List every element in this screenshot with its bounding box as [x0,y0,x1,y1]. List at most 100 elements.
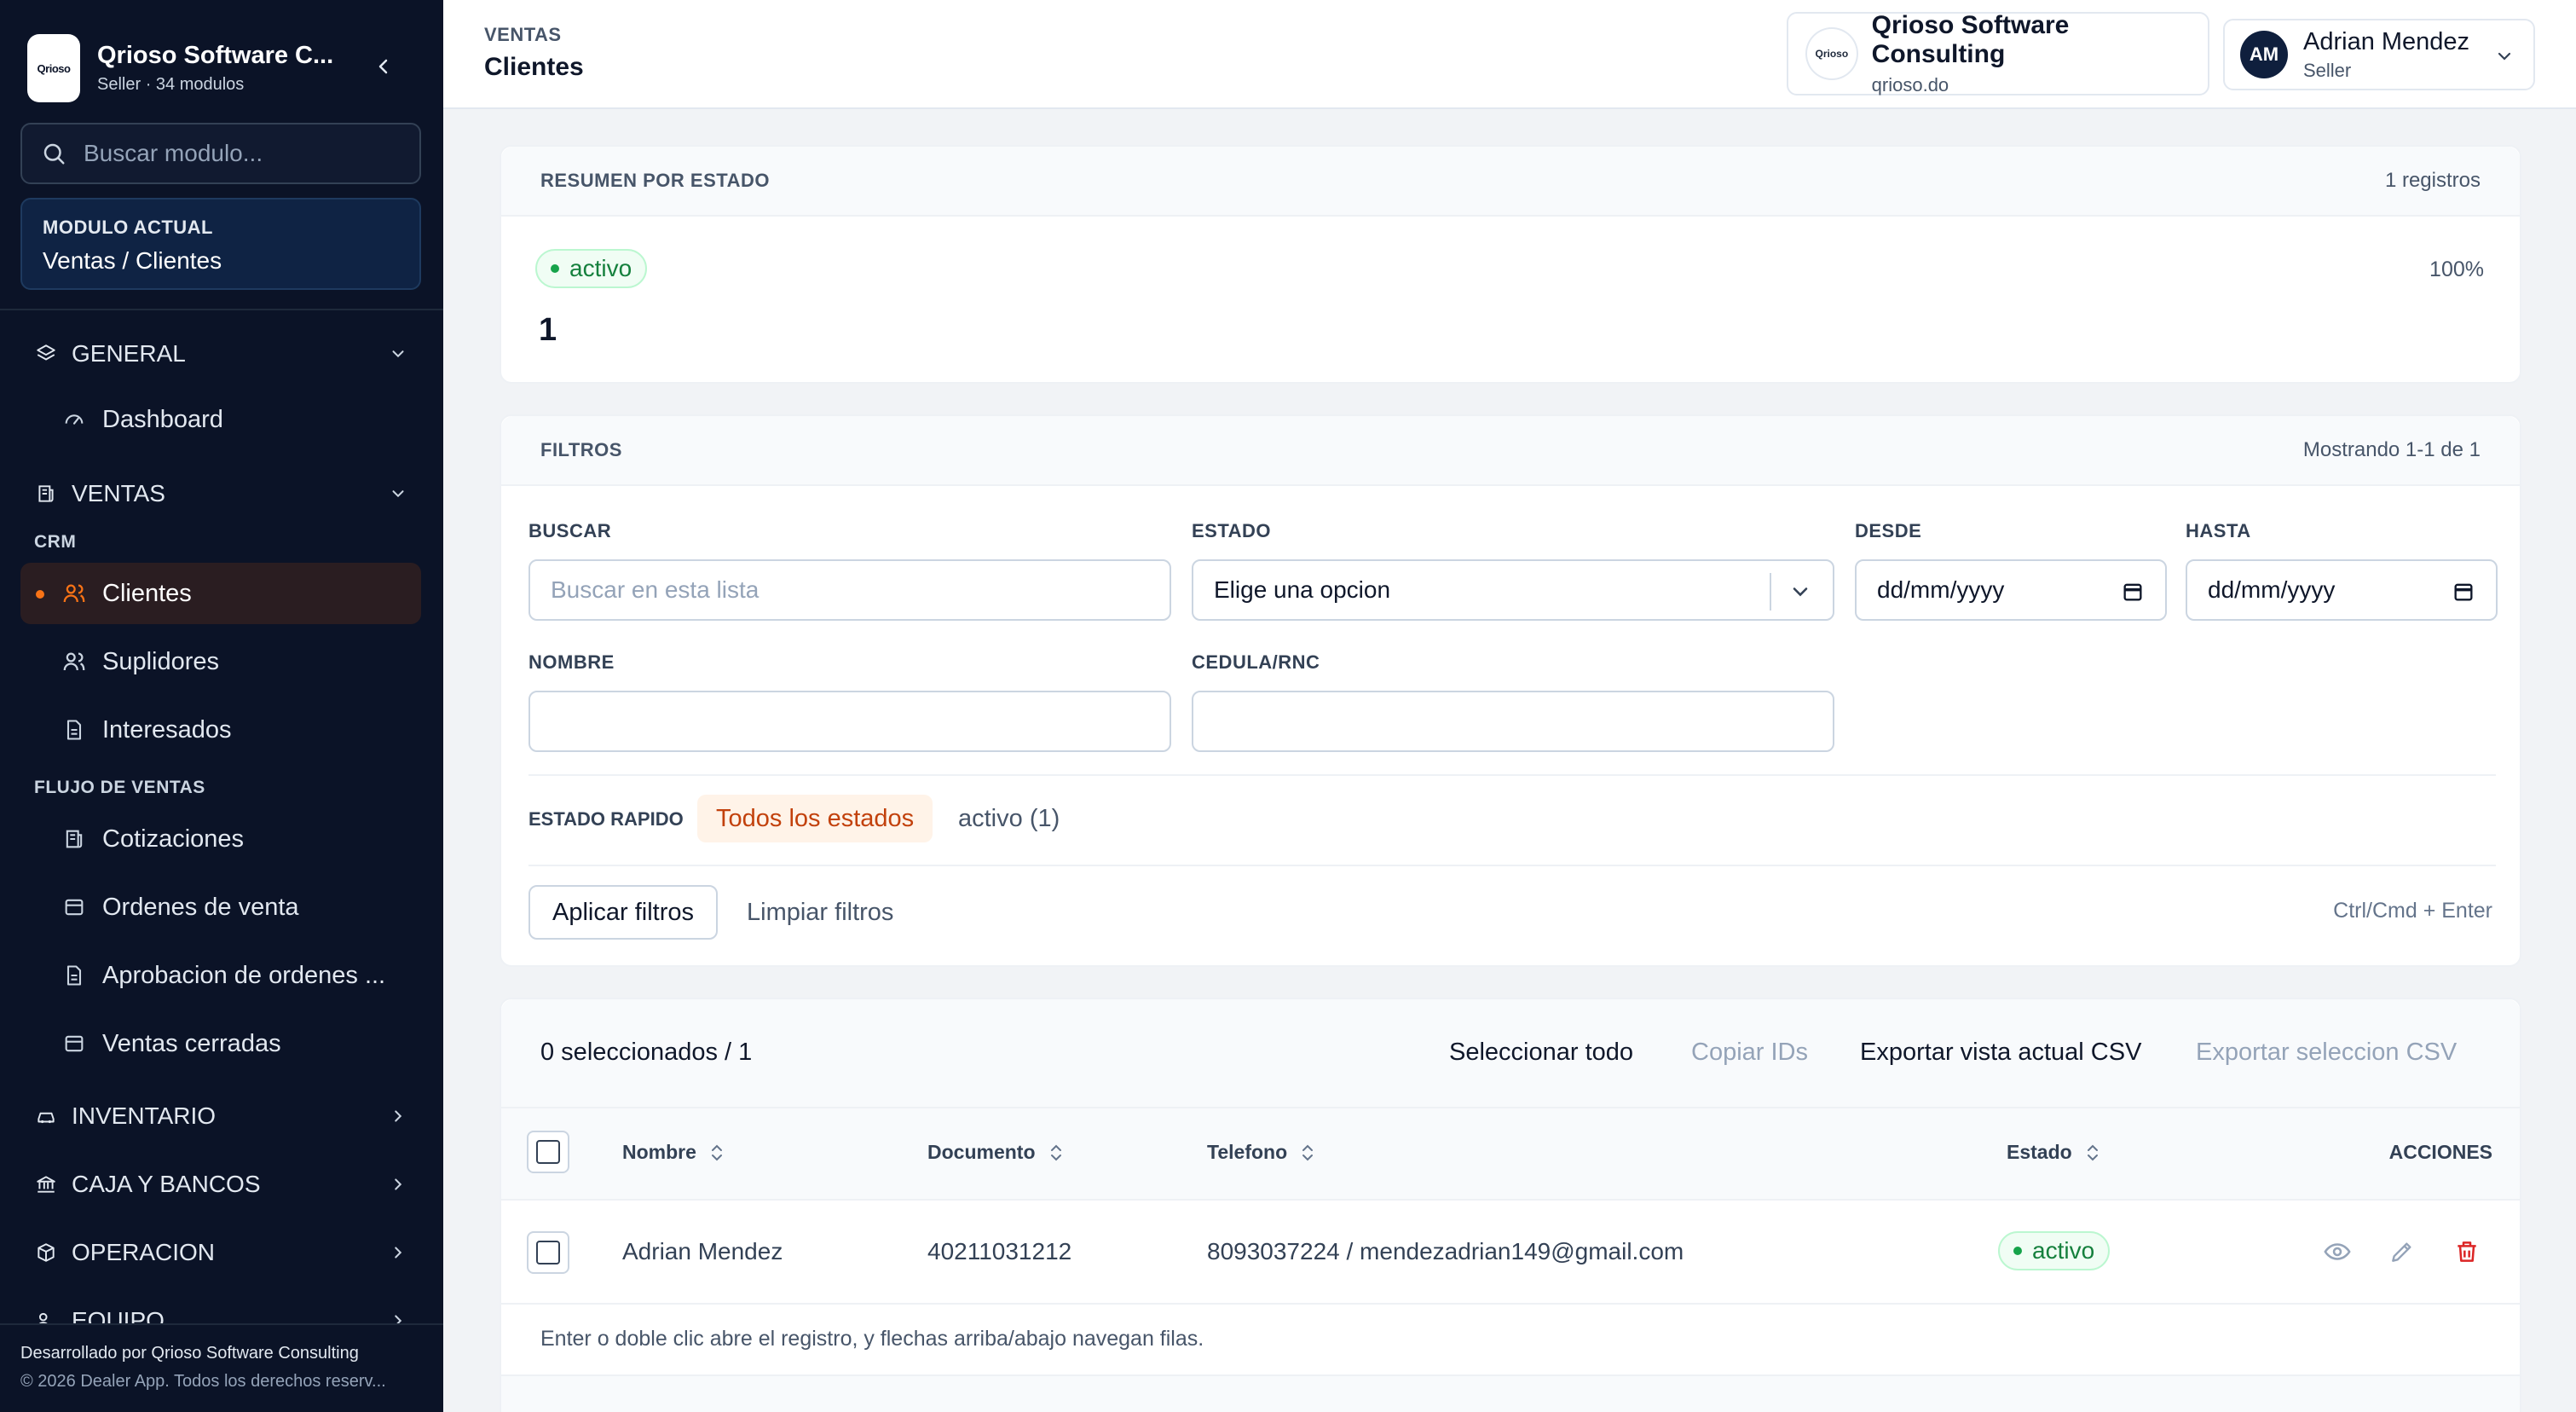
summary-body: activo 1 100% [501,217,2520,384]
nombre-label: NOMBRE [528,651,615,673]
brand-name: Qrioso Software C... [97,42,334,69]
sidebar-item-ordenes[interactable]: Ordenes de venta [20,877,421,938]
archive-icon [61,1031,87,1056]
sidebar-item-cotizaciones[interactable]: Cotizaciones [20,808,421,870]
chip-activo[interactable]: activo (1) [939,795,1078,842]
table-row[interactable]: Adrian Mendez 40211031212 8093037224 / m… [501,1201,2520,1305]
status-badge-label: activo [569,255,632,281]
summary-header: RESUMEN POR ESTADO 1 registros [501,147,2520,217]
clear-filters-button[interactable]: Limpiar filtros [725,885,915,940]
column-estado-label: Estado [2007,1141,2072,1163]
column-documento[interactable]: Documento [927,1141,1065,1164]
user-text: Adrian Mendez Seller [2303,28,2469,82]
desde-value: dd/mm/yyyy [1877,576,2005,603]
module-search[interactable] [20,123,421,184]
cedula-field[interactable] [1192,691,1834,752]
sidebar-item-clientes[interactable]: Clientes [20,563,421,624]
status-dot [2013,1247,2022,1255]
archive-icon [61,894,87,920]
user-menu[interactable]: AM Adrian Mendez Seller [2223,19,2535,90]
checkbox-box [536,1140,560,1164]
estado-label: ESTADO [1192,520,1272,541]
sidebar-divider [0,309,443,310]
estado-select-value: Elige una opcion [1214,576,1391,603]
status-badge[interactable]: activo [535,249,648,288]
current-module-label: MODULO ACTUAL [43,217,213,238]
nav-group-inventario[interactable]: INVENTARIO [20,1088,421,1144]
gauge-icon [61,407,87,432]
chip-todos-estados[interactable]: Todos los estados [697,795,933,842]
nav-group-ventas[interactable]: VENTAS [20,466,421,522]
column-telefono[interactable]: Telefono [1207,1141,1316,1164]
sidebar-item-label: Ventas cerradas [102,1029,281,1057]
hasta-field[interactable]: dd/mm/yyyy [2186,559,2498,621]
table-toolbar: 0 seleccionados / 1 Seleccionar todo Cop… [501,999,2520,1108]
breadcrumb[interactable]: VENTAS [484,24,562,46]
sidebar-item-label: Dashboard [102,405,223,433]
chevron-down-icon [392,490,404,498]
sidebar-item-label: Cotizaciones [102,825,245,853]
export-selection-csv-button[interactable]: Exportar seleccion CSV [2196,1039,2457,1067]
quick-status-label: ESTADO RAPIDO [528,808,684,830]
sidebar-item-label: Suplidores [102,647,220,675]
select-all-checkbox[interactable] [527,1131,569,1173]
company-name: Qrioso Software Consulting [1871,11,2070,68]
chevron-down-icon [1793,587,1808,597]
apply-filters-button[interactable]: Aplicar filtros [528,885,718,940]
nombre-input[interactable] [551,708,1108,735]
calendar-icon[interactable] [2121,580,2145,604]
cedula-input[interactable] [1214,708,1771,735]
sidebar-item-dashboard[interactable]: Dashboard [20,389,421,450]
company-text: Qrioso Software Consulting qrioso.do [1872,11,2208,96]
buscar-field[interactable] [528,559,1171,621]
nav-group-general[interactable]: GENERAL [20,326,421,382]
column-estado[interactable]: Estado [2007,1141,2101,1164]
bank-icon [34,1172,58,1196]
select-all-button[interactable]: Seleccionar todo [1449,1039,1633,1067]
sidebar-item-cerradas[interactable]: Ventas cerradas [20,1013,421,1074]
chevron-down-icon [392,350,404,358]
search-icon [43,143,65,165]
avatar: AM [2240,31,2288,78]
current-module-value: Ventas / Clientes [43,247,222,274]
shortcut-hint: Ctrl/Cmd + Enter [2333,899,2492,923]
sidebar-item-label: Aprobacion de ordenes ... [102,961,386,989]
edit-icon[interactable] [2387,1236,2417,1267]
company-logo: Qrioso [1805,27,1858,80]
buscar-label: BUSCAR [528,520,612,541]
trash-icon[interactable] [2452,1236,2482,1267]
copy-ids-button[interactable]: Copiar IDs [1691,1039,1808,1067]
sidebar-item-aprobacion[interactable]: Aprobacion de ordenes ... [20,945,421,1006]
status-percent: 100% [2429,258,2484,281]
row-checkbox[interactable] [527,1231,569,1274]
column-nombre[interactable]: Nombre [622,1141,725,1164]
nav-group-caja[interactable]: CAJA Y BANCOS [20,1156,421,1212]
module-search-input[interactable] [84,140,407,167]
user-role: Seller [2303,59,2352,81]
nombre-field[interactable] [528,691,1171,752]
buscar-input[interactable] [551,576,1108,604]
cell-documento: 40211031212 [927,1238,1072,1264]
company-domain: qrioso.do [1871,74,1949,95]
layers-icon [34,342,58,366]
cedula-label: CEDULA/RNC [1192,651,1320,673]
nav-group-operacion[interactable]: OPERACION [20,1224,421,1281]
sort-icon [1050,1144,1061,1160]
view-icon[interactable] [2322,1236,2353,1267]
calendar-icon[interactable] [2452,580,2475,604]
company-switcher[interactable]: Qrioso Qrioso Software Consulting qrioso… [1787,11,2209,96]
estado-select[interactable]: Elige una opcion [1192,559,1834,621]
export-view-csv-button[interactable]: Exportar vista actual CSV [1860,1039,2141,1067]
sidebar-item-suplidores[interactable]: Suplidores [20,631,421,692]
nav-group-general-label: GENERAL [72,340,186,367]
sidebar-item-label: Ordenes de venta [102,893,299,921]
column-acciones-label: ACCIONES [2388,1141,2492,1163]
chevron-right-icon [395,1110,402,1122]
active-indicator [36,590,44,599]
desde-field[interactable]: dd/mm/yyyy [1855,559,2167,621]
table-card: 0 seleccionados / 1 Seleccionar todo Cop… [500,998,2521,1412]
sidebar-item-interesados[interactable]: Interesados [20,699,421,761]
sub-label-flujo: FLUJO DE VENTAS [34,778,205,797]
collapse-sidebar-button[interactable] [368,51,399,82]
box-icon [34,1241,58,1264]
